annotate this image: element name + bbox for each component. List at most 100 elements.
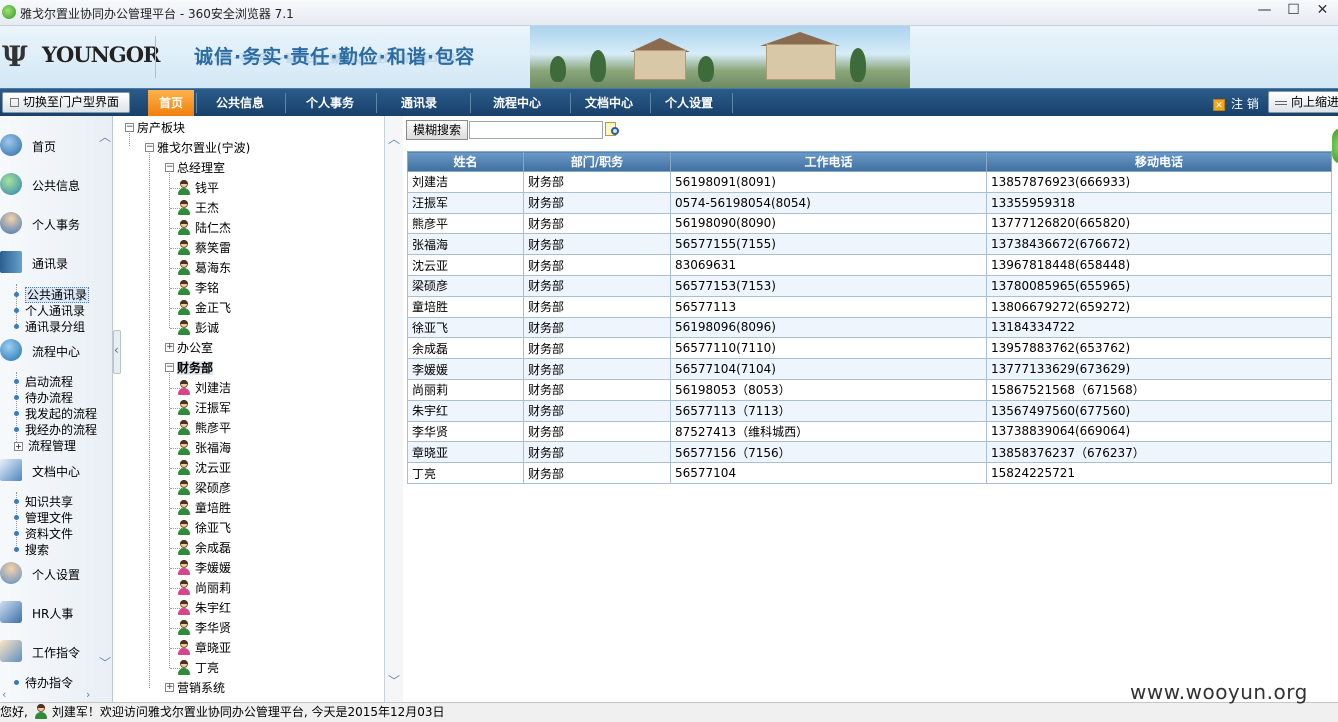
nav-home[interactable]: 首页	[0, 132, 96, 170]
table-row[interactable]: 丁亮 财务部 56577104 15824225721	[407, 462, 1332, 484]
tree-person[interactable]: 金正飞	[170, 298, 231, 318]
leftnav-scrollbar[interactable]: ︿ ﹀	[96, 128, 112, 684]
column-header-dept[interactable]: 部门/职务	[523, 151, 671, 172]
nav-management-files[interactable]: 管理文件	[14, 509, 73, 526]
nav-hr[interactable]: HR人事	[0, 599, 96, 637]
table-row[interactable]: 刘建洁 财务部 56198091(8091) 13857876923(666933)	[407, 171, 1332, 193]
tree-company[interactable]: − 雅戈尔置业(宁波)	[145, 138, 250, 158]
nav-my-initiated[interactable]: 我发起的流程	[14, 405, 98, 422]
tree-person[interactable]: 朱宇红	[170, 598, 231, 618]
menu-home[interactable]: 首页	[148, 90, 194, 116]
nav-personal-contacts[interactable]: 个人通讯录	[14, 302, 85, 319]
table-row[interactable]: 徐亚飞 财务部 56198096(8096) 13184334722	[407, 316, 1332, 339]
collapse-node-icon[interactable]: −	[165, 163, 174, 172]
tree-person[interactable]: 熊彦平	[170, 418, 231, 438]
tree-dept-gm[interactable]: − 总经理室	[165, 158, 225, 178]
tree-person[interactable]: 丁亮	[170, 658, 219, 678]
scroll-down-icon[interactable]: ﹀	[388, 672, 400, 689]
tree-root[interactable]: − 房产板块	[125, 118, 185, 138]
search-icon[interactable]	[605, 122, 621, 138]
nav-public-info[interactable]: 公共信息	[0, 171, 96, 209]
table-row[interactable]: 张福海 财务部 56577155(7155) 13738436672(676672)	[407, 233, 1332, 256]
nav-contact-groups[interactable]: 通讯录分组	[14, 318, 85, 335]
scroll-up-icon[interactable]: ︿	[388, 130, 400, 147]
menu-documents[interactable]: 文档中心	[572, 90, 646, 116]
table-row[interactable]: 李媛媛 财务部 56577104(7104) 13777133629(673629)	[407, 358, 1332, 380]
leftnav-hscroll[interactable]: ‹ ›	[0, 688, 96, 702]
scroll-down-icon[interactable]: ﹀	[99, 657, 111, 669]
nav-contacts[interactable]: 通讯录	[0, 249, 96, 287]
scroll-up-icon[interactable]: ︿	[99, 131, 111, 143]
nav-my-handled[interactable]: 我经办的流程	[14, 421, 98, 438]
tree-person[interactable]: 徐亚飞	[170, 518, 231, 538]
table-row[interactable]: 余成磊 财务部 56577110(7110) 13957883762(653762)	[407, 337, 1332, 360]
tree-scrollbar[interactable]: ︿ ﹀	[385, 116, 403, 702]
nav-personal-affairs[interactable]: 个人事务	[0, 210, 96, 248]
table-row[interactable]: 尚丽莉 财务部 56198053（8053） 15867521568（671568）	[407, 378, 1332, 401]
tree-person[interactable]: 刘建洁	[170, 378, 231, 398]
menu-public-info[interactable]: 公共信息	[198, 90, 282, 116]
tree-person[interactable]: 彭诚	[170, 318, 219, 338]
expand-node-icon[interactable]: +	[165, 683, 174, 692]
column-header-name[interactable]: 姓名	[407, 151, 524, 172]
table-row[interactable]: 李华贤 财务部 87527413（维科城西） 13738839064(669064)	[407, 420, 1332, 443]
tree-person[interactable]: 蔡笑雷	[170, 238, 231, 258]
table-row[interactable]: 童培胜 财务部 56577113 13806679272(659272)	[407, 295, 1332, 318]
table-row[interactable]: 沈云亚 财务部 83069631 13967818448(658448)	[407, 254, 1332, 276]
menu-workflow[interactable]: 流程中心	[472, 90, 562, 116]
menu-personal-affairs[interactable]: 个人事务	[287, 90, 373, 116]
tree-person[interactable]: 陆仁杰	[170, 218, 231, 238]
side-float-icon[interactable]	[1332, 128, 1338, 164]
scroll-left-icon[interactable]: ‹	[2, 688, 6, 701]
search-input[interactable]	[469, 121, 603, 139]
nav-documents[interactable]: 文档中心	[0, 457, 96, 495]
fuzzy-search-button[interactable]: 模糊搜索	[406, 120, 468, 140]
menu-contacts[interactable]: 通讯录	[378, 90, 460, 116]
collapse-node-icon[interactable]: −	[165, 363, 174, 372]
tree-person[interactable]: 汪振军	[170, 398, 231, 418]
column-header-mobile[interactable]: 移动电话	[986, 151, 1332, 172]
tree-dept-finance[interactable]: − 财务部	[165, 358, 214, 378]
nav-start-workflow[interactable]: 启动流程	[14, 373, 73, 390]
menu-personal-settings[interactable]: 个人设置	[652, 90, 726, 116]
collapse-node-icon[interactable]: −	[145, 143, 154, 152]
tree-person[interactable]: 童培胜	[170, 498, 231, 518]
nav-workflow[interactable]: 流程中心	[0, 337, 96, 375]
tree-person[interactable]: 葛海东	[170, 258, 231, 278]
nav-personal-settings[interactable]: 个人设置	[0, 560, 96, 598]
minimize-button[interactable]: —	[1250, 0, 1279, 22]
tree-person[interactable]: 李媛媛	[170, 558, 231, 578]
panel-splitter[interactable]	[113, 330, 121, 374]
tree-person[interactable]: 李华贤	[170, 618, 231, 638]
tree-person[interactable]: 余成磊	[170, 538, 231, 558]
nav-pending-workflow[interactable]: 待办流程	[14, 389, 73, 406]
tree-dept-sales[interactable]: + 营销系统	[165, 678, 225, 698]
table-row[interactable]: 梁硕彦 财务部 56577153(7153) 13780085965(655965)	[407, 274, 1332, 297]
nav-knowledge-share[interactable]: 知识共享	[14, 493, 73, 510]
tree-person[interactable]: 沈云亚	[170, 458, 231, 478]
tree-person[interactable]: 章晓亚	[170, 638, 231, 658]
tree-person[interactable]: 梁硕彦	[170, 478, 231, 498]
tree-person[interactable]: 王杰	[170, 198, 219, 218]
nav-doc-search[interactable]: 搜索	[14, 541, 49, 558]
collapse-up-button[interactable]: 向上缩进	[1268, 91, 1338, 113]
logout-button[interactable]: ✕ 注 销	[1213, 95, 1259, 112]
collapse-node-icon[interactable]: −	[125, 123, 134, 132]
table-row[interactable]: 熊彦平 财务部 56198090(8090) 13777126820(665820)	[407, 212, 1332, 235]
scroll-right-icon[interactable]: ›	[86, 688, 90, 701]
tree-dept-office[interactable]: + 办公室	[165, 338, 213, 358]
table-row[interactable]: 朱宇红 财务部 56577113（7113） 13567497560(677560)	[407, 399, 1332, 422]
tree-person[interactable]: 尚丽莉	[170, 578, 231, 598]
table-row[interactable]: 汪振军 财务部 0574-56198054(8054) 13355959318	[407, 191, 1332, 214]
nav-work-orders[interactable]: 工作指令	[0, 638, 96, 676]
table-row[interactable]: 章晓亚 财务部 56577156（7156） 13858376237（676237）	[407, 441, 1332, 464]
nav-workflow-management[interactable]: + 流程管理	[14, 437, 76, 454]
tree-person[interactable]: 李铭	[170, 278, 219, 298]
maximize-button[interactable]: ☐	[1279, 0, 1308, 22]
switch-portal-button[interactable]: 切换至门户型界面	[2, 92, 130, 113]
tree-person[interactable]: 钱平	[170, 178, 219, 198]
close-window-button[interactable]: ✕	[1308, 0, 1337, 22]
expand-icon[interactable]: +	[14, 442, 23, 451]
nav-reference-files[interactable]: 资料文件	[14, 525, 73, 542]
expand-node-icon[interactable]: +	[165, 343, 174, 352]
